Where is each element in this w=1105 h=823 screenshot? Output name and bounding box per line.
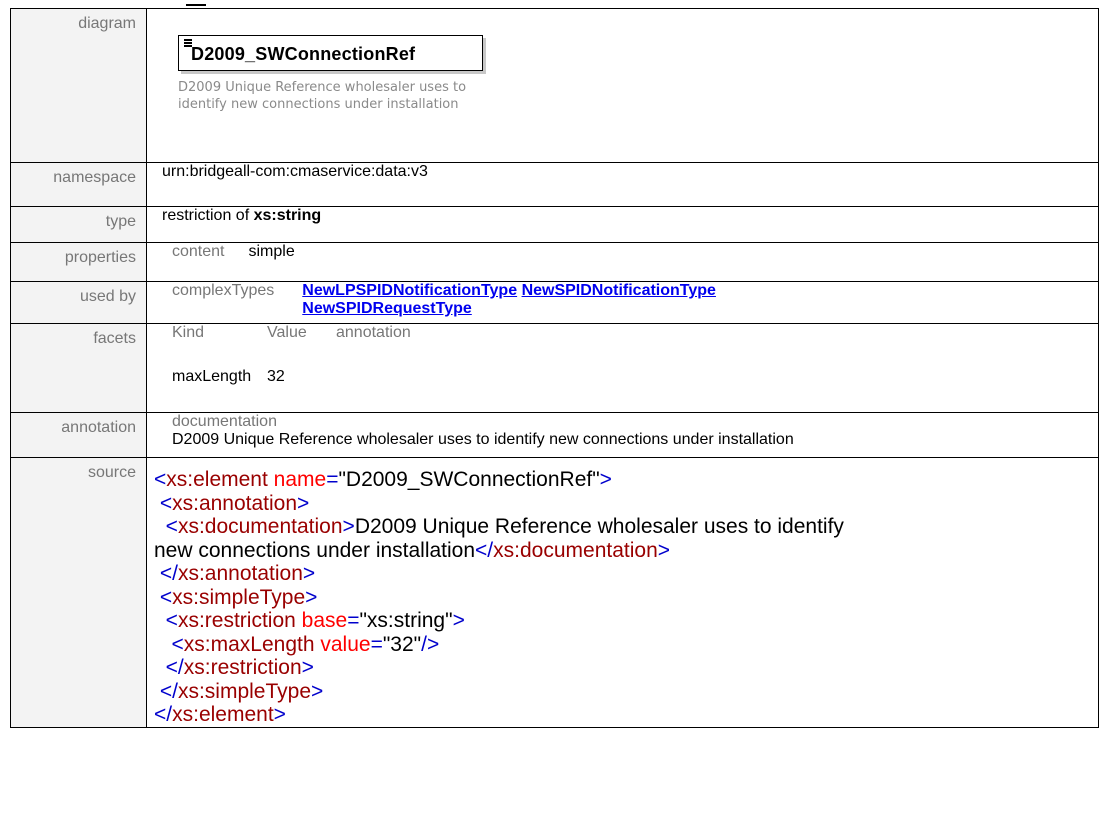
type-base: xs:string xyxy=(253,207,322,224)
row-label: used by xyxy=(10,281,147,324)
row-label: facets xyxy=(10,323,147,413)
facets-cell: Kind Value annotation maxLength 32 xyxy=(146,323,1099,413)
property-value: simple xyxy=(248,243,295,260)
row-label: properties xyxy=(10,242,147,282)
namespace-row: namespace urn:bridgeall-com:cmaservice:d… xyxy=(10,162,1099,207)
properties-table: content simple xyxy=(172,243,295,281)
type-row: type restriction of xs:string xyxy=(10,206,1099,243)
source-row: source <xs:element name="D2009_SWConnect… xyxy=(10,457,1099,728)
type-cell: restriction of xs:string xyxy=(146,206,1099,243)
facets-header-value: Value xyxy=(267,324,307,341)
properties-row: properties content simple xyxy=(10,242,1099,282)
used-by-row: used by complexTypes NewLPSPIDNotificati… xyxy=(10,281,1099,324)
diagram-caption: D2009 Unique Reference wholesaler uses t… xyxy=(178,80,467,112)
row-label: diagram xyxy=(10,8,147,163)
facets-header-annotation: annotation xyxy=(336,324,411,341)
row-label: type xyxy=(10,206,147,243)
annotation-text: D2009 Unique Reference wholesaler uses t… xyxy=(172,431,794,448)
facet-value: 32 xyxy=(267,368,285,385)
used-by-kind: complexTypes xyxy=(172,282,275,299)
facet-kind: maxLength xyxy=(172,368,252,385)
diagram-cell: D2009_SWConnectionRef D2009 Unique Refer… xyxy=(146,8,1099,163)
element-diagram-box[interactable]: D2009_SWConnectionRef xyxy=(178,35,483,71)
xml-source-code: <xs:element name="D2009_SWConnectionRef"… xyxy=(154,468,844,726)
annotation-cell: documentation D2009 Unique Reference who… xyxy=(146,412,1099,458)
cropped-heading-fragment xyxy=(186,0,206,6)
link-newspidnotificationtype[interactable]: NewSPIDNotificationType xyxy=(522,282,716,299)
property-key: content xyxy=(172,243,225,260)
row-label: source xyxy=(10,457,147,728)
source-cell: <xs:element name="D2009_SWConnectionRef"… xyxy=(146,457,1099,728)
link-newlpspidnotificationtype[interactable]: NewLPSPIDNotificationType xyxy=(302,282,517,299)
row-label: namespace xyxy=(10,162,147,207)
used-by-table: complexTypes NewLPSPIDNotificationType N… xyxy=(172,282,862,323)
used-by-links: NewLPSPIDNotificationType NewSPIDNotific… xyxy=(302,282,862,323)
facets-header-kind: Kind xyxy=(172,324,205,341)
annotation-header: documentation xyxy=(172,413,277,430)
element-documentation-table: diagram D2009_SWConnectionRef D2009 Uniq… xyxy=(10,8,1099,728)
used-by-cell: complexTypes NewLPSPIDNotificationType N… xyxy=(146,281,1099,324)
facets-table: Kind Value annotation maxLength 32 xyxy=(172,324,411,412)
diagram-row: diagram D2009_SWConnectionRef D2009 Uniq… xyxy=(10,8,1099,163)
annotation-row: annotation documentation D2009 Unique Re… xyxy=(10,412,1099,458)
namespace-value: urn:bridgeall-com:cmaservice:data:v3 xyxy=(146,162,1099,207)
diagram-element-name: D2009_SWConnectionRef xyxy=(191,44,416,64)
facets-row: facets Kind Value annotation maxLength 3… xyxy=(10,323,1099,413)
row-label: annotation xyxy=(10,412,147,458)
type-prefix: restriction of xyxy=(162,207,254,224)
properties-cell: content simple xyxy=(146,242,1099,282)
link-newspidrequesttype[interactable]: NewSPIDRequestType xyxy=(302,300,472,317)
